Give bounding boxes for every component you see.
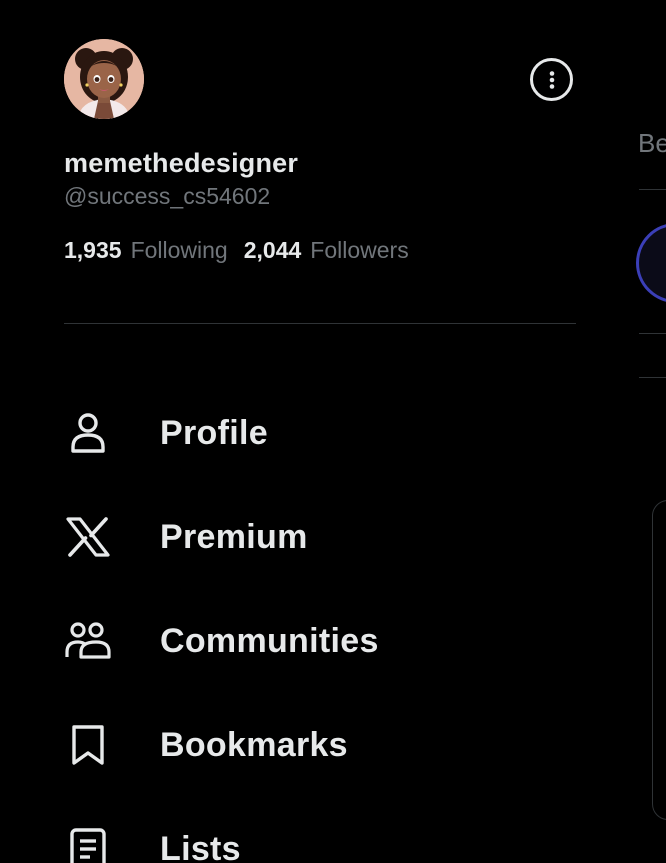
background-divider: [639, 377, 666, 378]
menu-item-label: Lists: [160, 829, 241, 863]
bookmark-icon: [62, 719, 114, 771]
background-avatar[interactable]: [636, 223, 666, 303]
background-card[interactable]: [652, 500, 666, 820]
background-divider: [639, 333, 666, 334]
background-timeline: Be: [612, 0, 666, 863]
menu-item-label: Communities: [160, 621, 379, 660]
menu-item-bookmarks[interactable]: Bookmarks: [0, 693, 612, 797]
followers-label: Followers: [310, 237, 409, 263]
menu-item-profile[interactable]: Profile: [0, 381, 612, 485]
menu-item-premium[interactable]: Premium: [0, 485, 612, 589]
person-icon: [62, 407, 114, 459]
menu-item-lists[interactable]: Lists: [0, 797, 612, 863]
following-count: 1,935: [64, 237, 122, 263]
background-tab-label[interactable]: Be: [638, 128, 666, 159]
list-icon: [62, 823, 114, 863]
more-options-icon: [549, 70, 554, 89]
menu-item-label: Bookmarks: [160, 725, 348, 764]
following-stat[interactable]: 1,935 Following: [64, 237, 228, 264]
avatar[interactable]: [64, 39, 144, 119]
menu-item-communities[interactable]: Communities: [0, 589, 612, 693]
followers-count: 2,044: [243, 237, 302, 263]
drawer-divider: [64, 323, 576, 324]
menu-item-label: Premium: [160, 517, 308, 556]
background-divider: [639, 189, 666, 190]
communities-icon: [62, 615, 114, 667]
followers-stat[interactable]: 2,044 Followers: [244, 237, 409, 264]
cartoon-avatar-icon: [64, 39, 144, 119]
follow-stats: 1,935 Following 2,044 Followers: [64, 237, 409, 264]
x-logo-icon: [62, 511, 114, 563]
user-handle[interactable]: @success_cs54602: [64, 183, 270, 210]
display-name[interactable]: memethedesigner: [64, 148, 298, 179]
more-options-button[interactable]: [530, 58, 573, 101]
side-drawer: memethedesigner @success_cs54602 1,935 F…: [0, 0, 612, 863]
menu-item-label: Profile: [160, 413, 268, 452]
app-screen: Be memethedesigner @success_cs54602 1,93…: [0, 0, 666, 863]
following-label: Following: [130, 237, 228, 263]
